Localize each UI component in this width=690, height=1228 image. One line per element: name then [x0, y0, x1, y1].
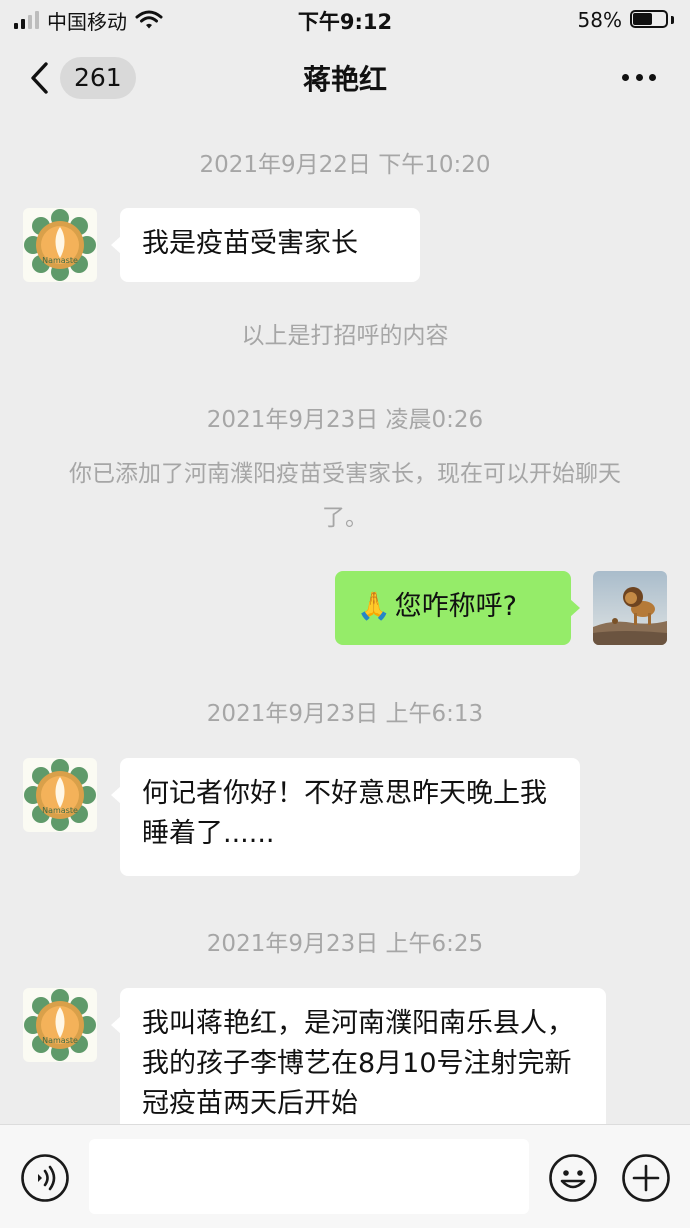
- message-text: 我是疫苗受害家长: [142, 228, 358, 259]
- lion-avatar-icon: [593, 571, 667, 645]
- battery-icon: [630, 10, 674, 30]
- system-notice: 你已添加了河南濮阳疫苗受害家长，现在可以开始聊天了。: [69, 461, 621, 531]
- chat-title: 蒋艳红: [302, 63, 387, 96]
- message-text: 您咋称呼?: [394, 591, 517, 622]
- timestamp: 2021年9月22日 下午10:20: [199, 152, 491, 178]
- avatar-text: Namaste: [42, 806, 78, 815]
- message-text: 我叫蒋艳红，是河南濮阳南乐县人，我的孩子李博艺在8月10号注射完新冠疫苗两天后开…: [142, 1008, 574, 1119]
- system-notice: 以上是打招呼的内容: [241, 323, 449, 349]
- nav-bar: 261 蒋艳红: [0, 44, 690, 112]
- lotus-avatar-icon: Namaste: [23, 988, 97, 1062]
- message-bubble-incoming[interactable]: 我是疫苗受害家长: [111, 208, 420, 282]
- avatar-text: Namaste: [42, 1036, 78, 1045]
- message-input[interactable]: [89, 1139, 529, 1214]
- contact-avatar[interactable]: Namaste: [23, 988, 97, 1062]
- emoji-icon[interactable]: [548, 1153, 598, 1203]
- message-bubble-outgoing[interactable]: 🙏 您咋称呼?: [335, 571, 580, 645]
- my-avatar[interactable]: [593, 571, 667, 645]
- chat-history[interactable]: 2021年9月22日 下午10:20 Namaste 我是疫苗受害家长 以上是打…: [0, 112, 690, 1124]
- timestamp: 2021年9月23日 上午6:25: [206, 931, 484, 957]
- message-bubble-incoming[interactable]: 何记者你好！不好意思昨天晚上我睡着了......: [111, 758, 580, 876]
- status-right: 58%: [578, 6, 674, 34]
- battery-percent: 58%: [577, 8, 622, 32]
- avatar-text: Namaste: [42, 256, 78, 265]
- lotus-avatar-icon: Namaste: [23, 208, 97, 282]
- contact-avatar[interactable]: Namaste: [23, 208, 97, 282]
- more-icon[interactable]: [622, 74, 656, 82]
- timestamp: 2021年9月23日 上午6:13: [206, 701, 484, 727]
- voice-icon[interactable]: [20, 1153, 70, 1203]
- plus-icon[interactable]: [621, 1153, 671, 1203]
- message-text: 何记者你好！不好意思昨天晚上我睡着了......: [142, 778, 547, 849]
- pray-emoji-icon: 🙏: [357, 591, 391, 622]
- status-bar: 中国移动 下午9:12 58%: [0, 0, 690, 40]
- input-bar: [0, 1124, 690, 1228]
- message-bubble-incoming[interactable]: 我叫蒋艳红，是河南濮阳南乐县人，我的孩子李博艺在8月10号注射完新冠疫苗两天后开…: [111, 988, 606, 1124]
- lotus-avatar-icon: Namaste: [23, 758, 97, 832]
- timestamp: 2021年9月23日 凌晨0:26: [206, 407, 484, 433]
- contact-avatar[interactable]: Namaste: [23, 758, 97, 832]
